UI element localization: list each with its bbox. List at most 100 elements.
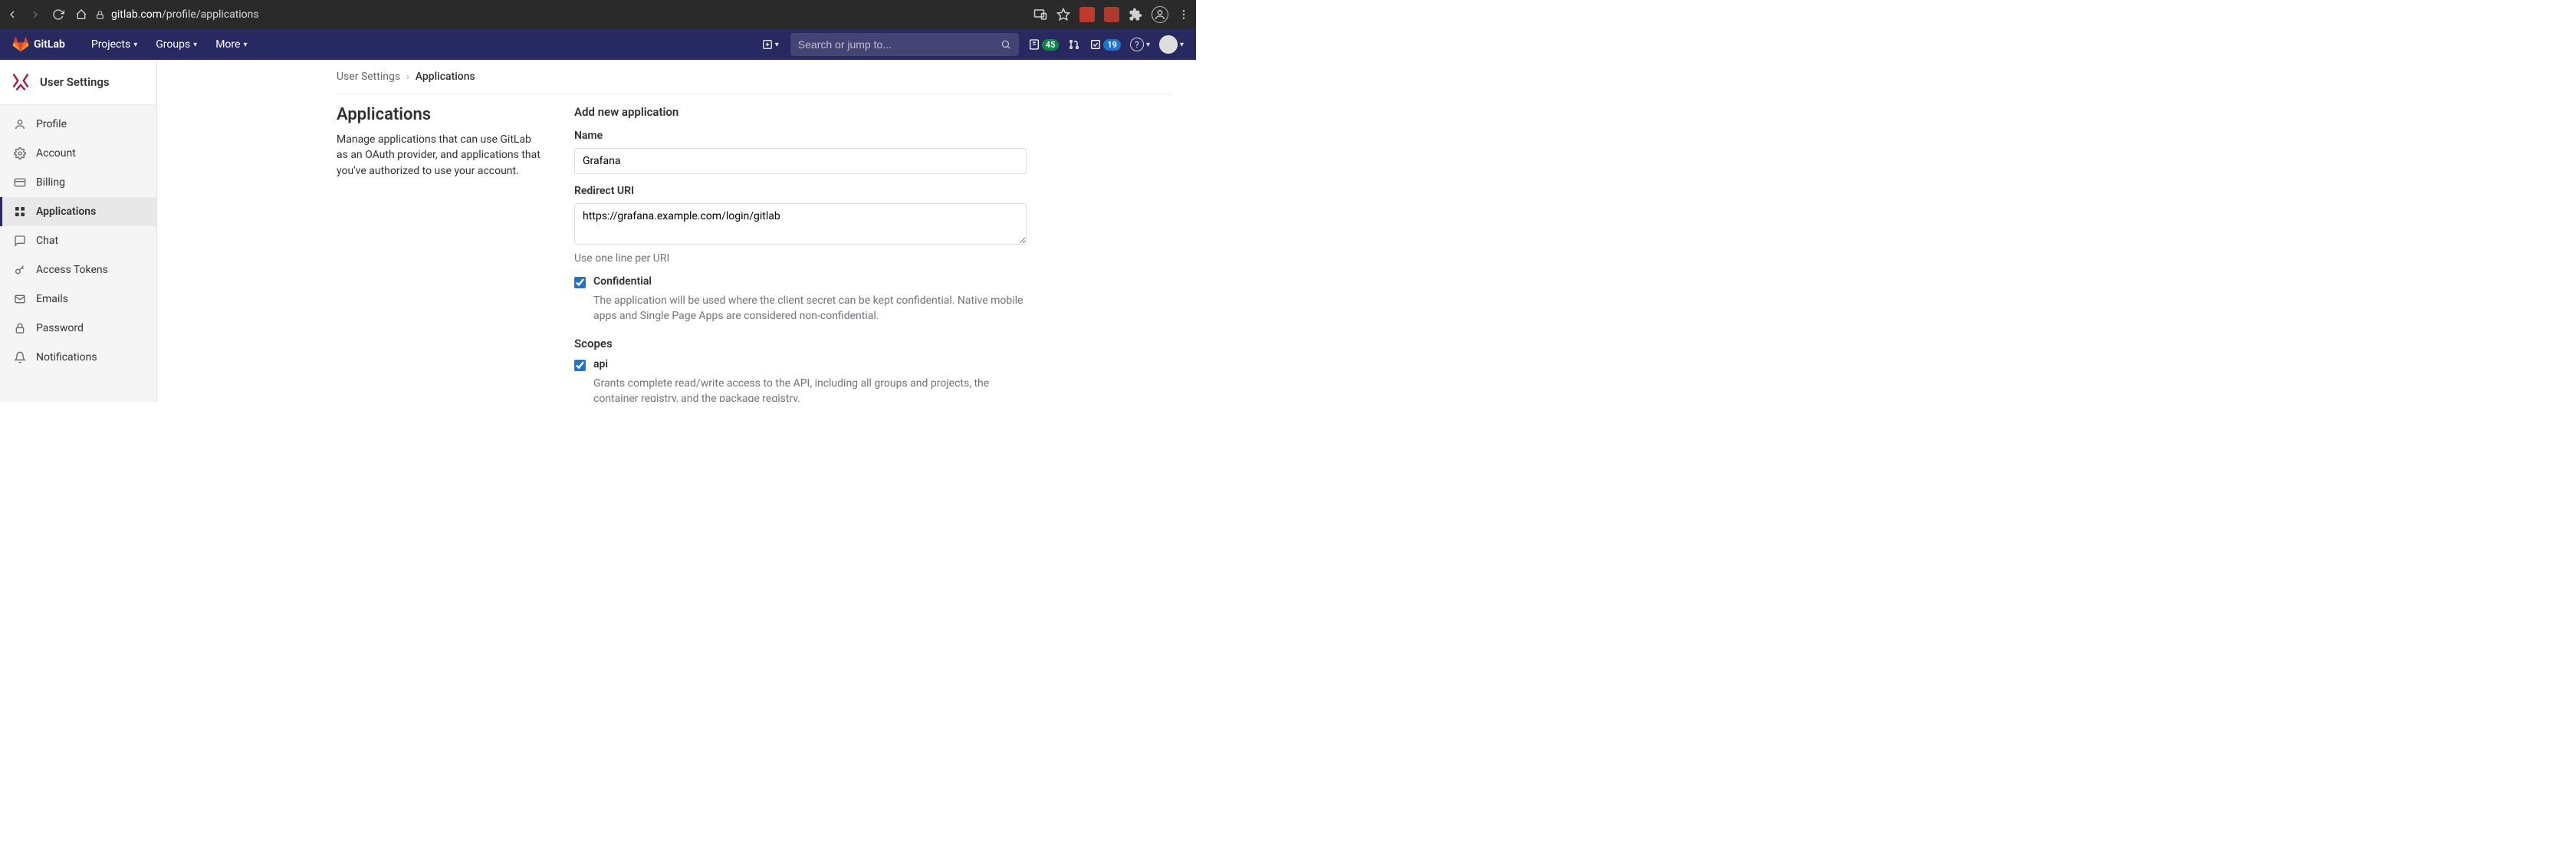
scope-api-label: api xyxy=(593,358,608,370)
url-path: /profile/applications xyxy=(162,8,259,21)
breadcrumb: User Settings › Applications xyxy=(337,60,1171,94)
sidebar-item-label: Access Tokens xyxy=(36,264,108,276)
sidebar-item-label: Emails xyxy=(36,293,68,305)
nav-more[interactable]: More ▾ xyxy=(209,34,253,55)
sidebar-item-password[interactable]: Password xyxy=(0,314,156,343)
sidebar-item-notifications[interactable]: Notifications xyxy=(0,343,156,372)
reload-icon[interactable] xyxy=(52,8,64,21)
redirect-uri-input[interactable] xyxy=(574,203,1027,245)
forward-icon[interactable] xyxy=(29,8,41,21)
issues-count: 45 xyxy=(1042,39,1060,51)
issues-link[interactable]: 45 xyxy=(1028,38,1060,51)
gitlab-logo[interactable]: GitLab xyxy=(12,36,65,53)
mail-icon xyxy=(13,292,27,306)
search-input[interactable] xyxy=(798,38,994,51)
chevron-down-icon: ▾ xyxy=(1146,41,1150,49)
sidebar-item-profile[interactable]: Profile xyxy=(0,110,156,139)
gear-icon xyxy=(13,146,27,160)
address-bar[interactable]: gitlab.com/profile/applications xyxy=(95,8,1026,21)
profile-avatar-icon[interactable] xyxy=(1152,6,1168,23)
sidebar-item-applications[interactable]: Applications xyxy=(0,197,156,226)
nav-item-label: More xyxy=(215,38,240,51)
sidebar-item-access-tokens[interactable]: Access Tokens xyxy=(0,255,156,285)
scopes-heading: Scopes xyxy=(574,337,1027,350)
brand-text: GitLab xyxy=(34,38,65,51)
nav-projects[interactable]: Projects ▾ xyxy=(85,34,143,55)
issues-icon xyxy=(1028,38,1040,51)
back-icon[interactable] xyxy=(6,8,18,21)
name-input[interactable] xyxy=(574,148,1027,174)
scope-api-checkbox[interactable] xyxy=(574,360,586,371)
nav-groups[interactable]: Groups ▾ xyxy=(150,34,203,55)
extensions-puzzle-icon[interactable] xyxy=(1129,8,1142,21)
devices-icon[interactable] xyxy=(1033,8,1047,21)
confidential-description: The application will be used where the c… xyxy=(593,293,1027,324)
chevron-down-icon: ▾ xyxy=(1180,41,1184,49)
gitlab-topnav: GitLab Projects ▾ Groups ▾ More ▾ ▾ 45 xyxy=(0,29,1196,60)
merge-request-icon xyxy=(1068,38,1080,51)
form-section-title: Add new application xyxy=(574,105,1027,119)
chevron-down-icon: ▾ xyxy=(133,41,137,49)
breadcrumb-root[interactable]: User Settings xyxy=(337,71,400,83)
browser-chrome: gitlab.com/profile/applications xyxy=(0,0,1196,29)
plus-icon xyxy=(762,39,773,50)
todos-link[interactable]: 19 xyxy=(1089,38,1121,51)
bell-icon xyxy=(13,350,27,364)
extension-icon[interactable] xyxy=(1079,7,1095,22)
confidential-checkbox[interactable] xyxy=(574,277,586,288)
scope-api-description: Grants complete read/write access to the… xyxy=(593,376,1027,402)
confidential-label: Confidential xyxy=(593,275,652,288)
sidebar-title: User Settings xyxy=(40,75,110,89)
sidebar-item-emails[interactable]: Emails xyxy=(0,285,156,314)
chevron-down-icon: ▾ xyxy=(193,41,197,49)
chevron-down-icon: ▾ xyxy=(243,41,247,49)
user-icon xyxy=(13,117,27,131)
sidebar-item-account[interactable]: Account xyxy=(0,139,156,168)
url-host: gitlab.com xyxy=(111,8,162,21)
search-icon xyxy=(1001,39,1011,50)
name-label: Name xyxy=(574,130,1027,142)
merge-requests-link[interactable] xyxy=(1068,38,1080,51)
breadcrumb-current: Applications xyxy=(416,71,475,83)
star-icon[interactable] xyxy=(1056,8,1070,21)
todos-icon xyxy=(1089,38,1102,51)
chat-icon xyxy=(13,234,27,248)
home-icon[interactable] xyxy=(75,8,87,21)
global-search[interactable] xyxy=(790,33,1019,56)
main-content: User Settings › Applications Application… xyxy=(157,60,1196,402)
user-settings-avatar-icon xyxy=(9,71,32,94)
nav-item-label: Projects xyxy=(91,38,130,51)
lock-icon xyxy=(13,321,27,335)
redirect-uri-help: Use one line per URI xyxy=(574,252,1027,265)
todos-count: 19 xyxy=(1103,39,1121,51)
sidebar-item-label: Chat xyxy=(36,235,58,247)
redirect-uri-label: Redirect URI xyxy=(574,185,1027,197)
help-button[interactable]: ? ▾ xyxy=(1130,38,1150,51)
sidebar: User Settings Profile Account Billing Ap… xyxy=(0,60,157,402)
sidebar-item-label: Applications xyxy=(36,206,96,218)
sidebar-item-label: Profile xyxy=(36,118,67,130)
sidebar-item-label: Notifications xyxy=(36,351,97,364)
kebab-menu-icon[interactable] xyxy=(1178,8,1190,21)
sidebar-item-billing[interactable]: Billing xyxy=(0,168,156,197)
sidebar-item-label: Billing xyxy=(36,176,65,189)
page-description: Manage applications that can use GitLab … xyxy=(337,132,544,179)
avatar xyxy=(1159,35,1178,54)
key-icon xyxy=(13,263,27,277)
tanuki-icon xyxy=(12,36,29,53)
sidebar-header: User Settings xyxy=(0,60,156,105)
user-menu[interactable]: ▾ xyxy=(1159,35,1184,54)
sidebar-item-chat[interactable]: Chat xyxy=(0,226,156,255)
apps-icon xyxy=(13,205,27,219)
sidebar-item-label: Account xyxy=(36,147,76,160)
credit-card-icon xyxy=(13,176,27,189)
page-title: Applications xyxy=(337,105,544,124)
lock-icon xyxy=(95,10,105,20)
chevron-right-icon: › xyxy=(406,71,409,82)
help-icon: ? xyxy=(1130,38,1144,51)
chevron-down-icon: ▾ xyxy=(775,41,779,49)
nav-item-label: Groups xyxy=(156,38,190,51)
create-new-button[interactable]: ▾ xyxy=(760,34,781,55)
extension-icon[interactable] xyxy=(1104,7,1119,22)
sidebar-item-label: Password xyxy=(36,322,84,334)
